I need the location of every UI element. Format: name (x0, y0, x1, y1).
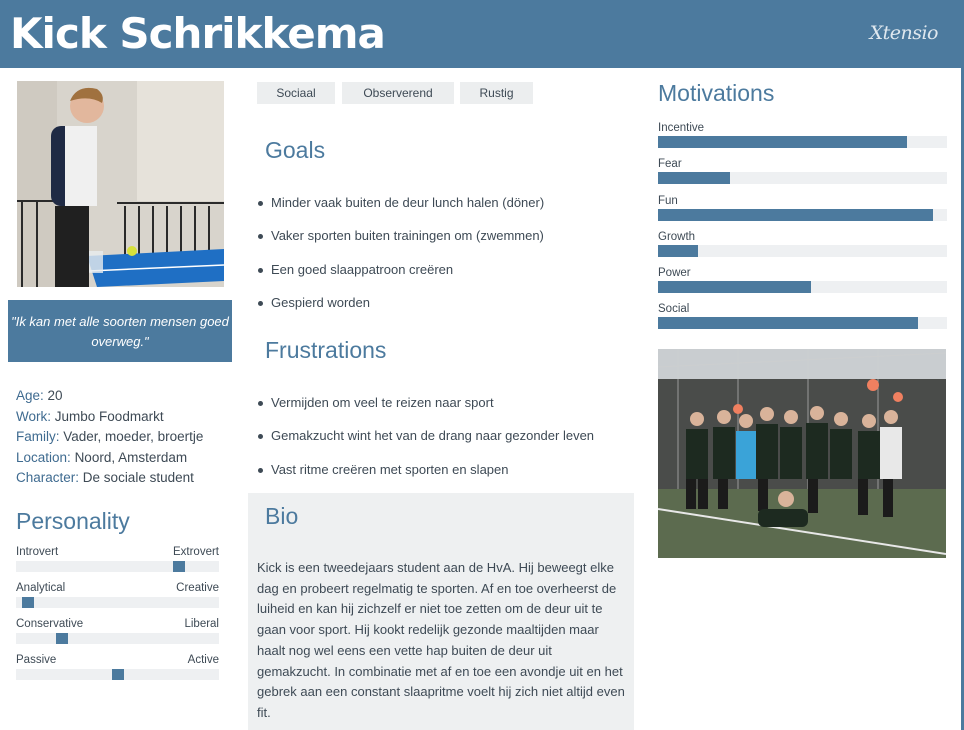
slider-right-label: Active (187, 654, 219, 666)
motivation-label: Fear (658, 158, 682, 170)
goal-item: Vaker sporten buiten trainingen om (zwem… (257, 228, 544, 261)
goal-item: Een goed slaappatroon creëren (257, 262, 544, 295)
fact-character: Character: De sociale student (16, 468, 236, 489)
persona-quote: "Ik kan met alle soorten mensen goed ove… (8, 300, 232, 362)
team-photo (658, 349, 946, 558)
motivation-bar: Power (658, 267, 947, 303)
slider-track (16, 561, 219, 572)
motivation-track (658, 209, 947, 221)
slider-right-label: Creative (176, 582, 219, 594)
frustration-item: Gemakzucht wint het van de drang naar ge… (257, 428, 594, 461)
frustration-item: Vast ritme creëren met sporten en slapen (257, 462, 594, 495)
bio-panel: Bio Kick is een tweedejaars student aan … (248, 493, 634, 730)
persona-name: Kick Schrikkema (10, 9, 386, 58)
motivation-label: Incentive (658, 122, 705, 134)
brand-logo: Xtensio (869, 22, 939, 44)
goal-item: Minder vaak buiten de deur lunch halen (… (257, 195, 544, 228)
tag-sociaal: Sociaal (257, 82, 335, 104)
motivation-fill (658, 172, 731, 184)
persona-facts: Age: 20 Work: Jumbo Foodmarkt Family: Va… (16, 386, 236, 489)
header-banner: Kick Schrikkema Xtensio (0, 0, 964, 68)
motivation-track (658, 317, 947, 329)
motivation-label: Social (658, 303, 690, 315)
fact-location: Location: Noord, Amsterdam (16, 448, 236, 469)
slider-left-label: Analytical (16, 582, 66, 594)
fact-value: Noord, Amsterdam (74, 449, 188, 465)
slider-right-label: Liberal (184, 618, 219, 630)
fact-label: Work: (16, 408, 52, 424)
motivation-track (658, 281, 947, 293)
motivation-fill (658, 281, 812, 293)
personality-slider: Conservative Liberal (16, 618, 219, 650)
fact-value: Vader, moeder, broertje (63, 429, 204, 445)
motivation-bar: Growth (658, 231, 947, 267)
motivation-track (658, 245, 947, 257)
fact-value: De sociale student (82, 470, 194, 486)
motivation-label: Power (658, 267, 691, 279)
motivation-label: Growth (658, 231, 696, 243)
motivation-bar: Fear (658, 158, 947, 194)
motivation-track (658, 172, 947, 184)
goal-item: Gespierd worden (257, 295, 544, 328)
fact-value: 20 (47, 388, 63, 403)
personality-slider: Analytical Creative (16, 582, 219, 614)
tag-observerend: Observerend (342, 82, 454, 104)
slider-knob (173, 561, 185, 572)
slider-track (16, 633, 219, 644)
motivation-track (658, 136, 947, 148)
fact-label: Family: (16, 429, 60, 445)
fact-family: Family: Vader, moeder, broertje (16, 427, 236, 448)
goals-title: Goals (265, 137, 326, 163)
fact-label: Age: (16, 388, 44, 403)
fact-age: Age: 20 (16, 386, 236, 407)
slider-left-label: Passive (16, 654, 57, 666)
bio-title: Bio (265, 503, 299, 529)
personality-slider: Passive Active (16, 654, 219, 686)
frustration-item: Vermijden om veel te reizen naar sport (257, 395, 594, 428)
motivations-title: Motivations (658, 80, 775, 106)
fact-work: Work: Jumbo Foodmarkt (16, 407, 236, 428)
slider-knob (56, 633, 68, 644)
motivation-label: Fun (658, 195, 678, 207)
profile-photo (17, 81, 224, 287)
motivation-fill (658, 209, 933, 221)
fact-label: Character: (16, 470, 80, 486)
fact-value: Jumbo Foodmarkt (54, 408, 164, 424)
frustrations-list: Vermijden om veel te reizen naar sport G… (257, 395, 594, 495)
personality-slider: Introvert Extrovert (16, 546, 219, 578)
bio-text: Kick is een tweedejaars student aan de H… (257, 560, 625, 720)
motivation-fill (658, 317, 919, 329)
motivation-fill (658, 245, 699, 257)
motivation-fill (658, 136, 907, 148)
slider-left-label: Introvert (16, 546, 59, 558)
motivation-bar: Fun (658, 195, 947, 231)
motivation-bar: Social (658, 303, 947, 339)
personality-title: Personality (16, 508, 130, 534)
slider-knob (22, 597, 34, 608)
frustrations-title: Frustrations (265, 337, 387, 363)
tag-rustig: Rustig (460, 82, 533, 104)
slider-knob (112, 669, 124, 680)
motivation-bar: Incentive (658, 122, 947, 158)
goals-list: Minder vaak buiten de deur lunch halen (… (257, 195, 544, 328)
slider-left-label: Conservative (16, 618, 84, 630)
fact-label: Location: (16, 449, 71, 465)
slider-track (16, 597, 219, 608)
slider-right-label: Extrovert (172, 546, 219, 558)
